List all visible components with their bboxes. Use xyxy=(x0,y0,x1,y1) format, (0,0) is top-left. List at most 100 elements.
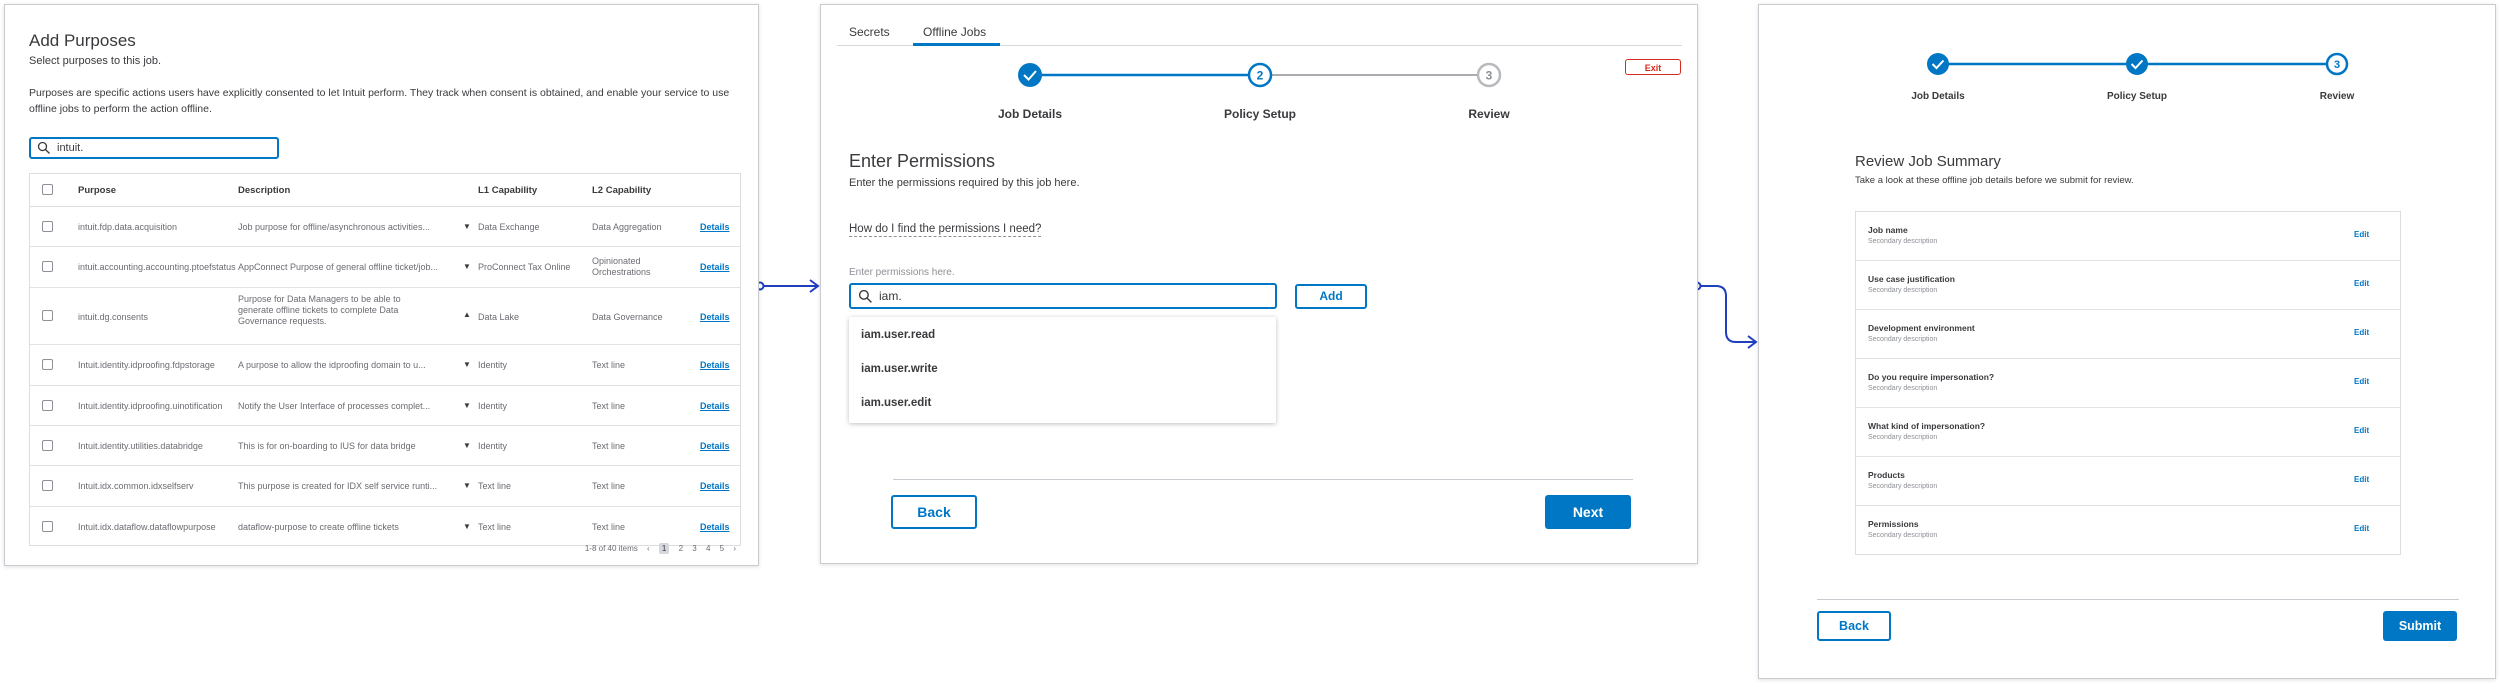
page-1-button[interactable]: 1 xyxy=(658,543,670,554)
select-all-checkbox[interactable] xyxy=(42,184,53,195)
chevron-up-icon[interactable]: ▲ xyxy=(463,310,471,319)
next-button[interactable]: Next xyxy=(1545,495,1631,529)
details-link[interactable]: Details xyxy=(700,401,730,411)
chevron-down-icon[interactable]: ▼ xyxy=(463,441,471,450)
purpose-search-field[interactable] xyxy=(29,137,279,159)
chevron-down-icon[interactable]: ▼ xyxy=(463,222,471,231)
stepper: 2 3 xyxy=(1018,62,1502,88)
purpose-cell: intuit.fdp.data.acquisition xyxy=(78,222,178,232)
permissions-input[interactable] xyxy=(879,288,1259,304)
details-link[interactable]: Details xyxy=(700,522,730,532)
step-1-check-icon xyxy=(1018,63,1042,87)
page-5-button[interactable]: 5 xyxy=(720,544,724,553)
edit-link[interactable]: Edit xyxy=(2354,279,2369,288)
back-button[interactable]: Back xyxy=(1817,611,1891,641)
table-row[interactable]: intuit.accounting.accounting.ptoefstatus… xyxy=(30,247,740,288)
summary-row-title: Job name xyxy=(1868,225,1908,235)
tab-bar: Secrets Offline Jobs xyxy=(837,15,1682,46)
chevron-down-icon[interactable]: ▼ xyxy=(463,360,471,369)
chevron-down-icon[interactable]: ▼ xyxy=(463,401,471,410)
chevron-down-icon[interactable]: ▼ xyxy=(463,522,471,531)
step-3-number: 3 xyxy=(2334,59,2340,71)
l1-cell: ProConnect Tax Online xyxy=(478,262,571,272)
l2-cell: Text line xyxy=(592,401,626,411)
review-job-summary-panel: 3 Job Details Policy Setup Review Review… xyxy=(1758,4,2496,679)
purpose-cell: Intuit.identity.idproofing.fdpstorage xyxy=(78,360,215,370)
l1-cell: Identity xyxy=(478,401,508,411)
purpose-cell: Intuit.identity.utilities.databridge xyxy=(78,441,203,451)
details-link[interactable]: Details xyxy=(700,312,730,322)
edit-link[interactable]: Edit xyxy=(2354,328,2369,337)
step-3-indicator: 3 xyxy=(2325,52,2349,76)
step-2-indicator: 2 xyxy=(1247,62,1273,88)
summary-row-description: Secondary description xyxy=(1868,385,1938,392)
submit-button[interactable]: Submit xyxy=(2383,611,2457,641)
chevron-down-icon[interactable]: ▼ xyxy=(463,262,471,271)
summary-row-title: What kind of impersonation? xyxy=(1868,421,1986,431)
table-row[interactable]: Intuit.identity.idproofing.uinotificatio… xyxy=(30,386,740,426)
purpose-search-input[interactable] xyxy=(57,140,267,156)
permissions-input-hint: Enter permissions here. xyxy=(849,267,955,278)
tab-secrets[interactable]: Secrets xyxy=(849,25,890,39)
chevron-down-icon[interactable]: ▼ xyxy=(463,481,471,490)
edit-link[interactable]: Edit xyxy=(2354,230,2369,239)
details-link[interactable]: Details xyxy=(700,481,730,491)
details-link[interactable]: Details xyxy=(700,262,730,272)
next-page-button[interactable]: › xyxy=(733,544,736,553)
table-header: Purpose Description L1 Capability L2 Cap… xyxy=(30,174,740,207)
suggestion-item[interactable]: iam.user.edit xyxy=(861,397,931,409)
step-label-review: Review xyxy=(2319,91,2355,102)
edit-link[interactable]: Edit xyxy=(2354,426,2369,435)
row-checkbox[interactable] xyxy=(42,440,53,451)
page-3-button[interactable]: 3 xyxy=(692,544,696,553)
step-3-indicator: 3 xyxy=(1476,62,1502,88)
permissions-search-field[interactable] xyxy=(849,283,1277,309)
divider xyxy=(893,479,1633,480)
purpose-cell: Intuit.identity.idproofing.uinotificatio… xyxy=(78,401,223,411)
enter-permissions-panel: Secrets Offline Jobs Exit 2 3 Job Detail… xyxy=(820,4,1698,564)
suggestion-item[interactable]: iam.user.write xyxy=(861,363,938,375)
row-checkbox[interactable] xyxy=(42,310,53,321)
row-checkbox[interactable] xyxy=(42,221,53,232)
prev-page-button[interactable]: ‹ xyxy=(647,544,650,553)
summary-row-title: Do you require impersonation? xyxy=(1868,372,1995,382)
back-button[interactable]: Back xyxy=(891,495,977,529)
details-link[interactable]: Details xyxy=(700,360,730,370)
add-button[interactable]: Add xyxy=(1295,284,1367,309)
edit-link[interactable]: Edit xyxy=(2354,524,2369,533)
edit-link[interactable]: Edit xyxy=(2354,475,2369,484)
row-checkbox[interactable] xyxy=(42,359,53,370)
edit-link[interactable]: Edit xyxy=(2354,377,2369,386)
page-4-button[interactable]: 4 xyxy=(706,544,710,553)
suggestion-item[interactable]: iam.user.read xyxy=(861,329,935,341)
details-link[interactable]: Details xyxy=(700,222,730,232)
summary-row-description: Secondary description xyxy=(1868,287,1938,294)
table-row-expanded[interactable]: intuit.dg.consents Purpose for Data Mana… xyxy=(30,288,740,345)
summary-row-description: Secondary description xyxy=(1868,483,1938,490)
step-label-review: Review xyxy=(1468,107,1510,121)
step-label-job-details: Job Details xyxy=(997,107,1063,121)
tab-offline-jobs[interactable]: Offline Jobs xyxy=(923,25,986,39)
details-link[interactable]: Details xyxy=(700,441,730,451)
table-row[interactable]: Intuit.identity.idproofing.fdpstorage A … xyxy=(30,345,740,386)
row-checkbox[interactable] xyxy=(42,261,53,272)
page-2-button[interactable]: 2 xyxy=(679,544,683,553)
page-subtitle: Enter the permissions required by this j… xyxy=(849,177,1080,189)
l2-cell: Opinionated Orchestrations xyxy=(592,256,651,277)
table-row[interactable]: Intuit.idx.dataflow.dataflowpurpose data… xyxy=(30,507,740,545)
table-row[interactable]: Intuit.idx.common.idxselfserv This purpo… xyxy=(30,466,740,507)
table-row[interactable]: intuit.fdp.data.acquisition Job purpose … xyxy=(30,207,740,247)
row-checkbox[interactable] xyxy=(42,521,53,532)
description-cell: This purpose is created for IDX self ser… xyxy=(238,481,438,491)
search-icon xyxy=(37,141,50,154)
add-purposes-panel: Add Purposes Select purposes to this job… xyxy=(4,4,759,566)
purposes-table: Purpose Description L1 Capability L2 Cap… xyxy=(29,173,741,546)
column-header-l2-capability: L2 Capability xyxy=(592,185,652,196)
summary-row-title: Products xyxy=(1868,470,1905,480)
summary-row-description: Secondary description xyxy=(1868,532,1938,539)
pagination-range: 1-8 of 40 items xyxy=(584,544,638,553)
table-row[interactable]: Intuit.identity.utilities.databridge Thi… xyxy=(30,426,740,466)
row-checkbox[interactable] xyxy=(42,400,53,411)
row-checkbox[interactable] xyxy=(42,480,53,491)
help-link[interactable]: How do I find the permissions I need? xyxy=(849,223,1042,237)
